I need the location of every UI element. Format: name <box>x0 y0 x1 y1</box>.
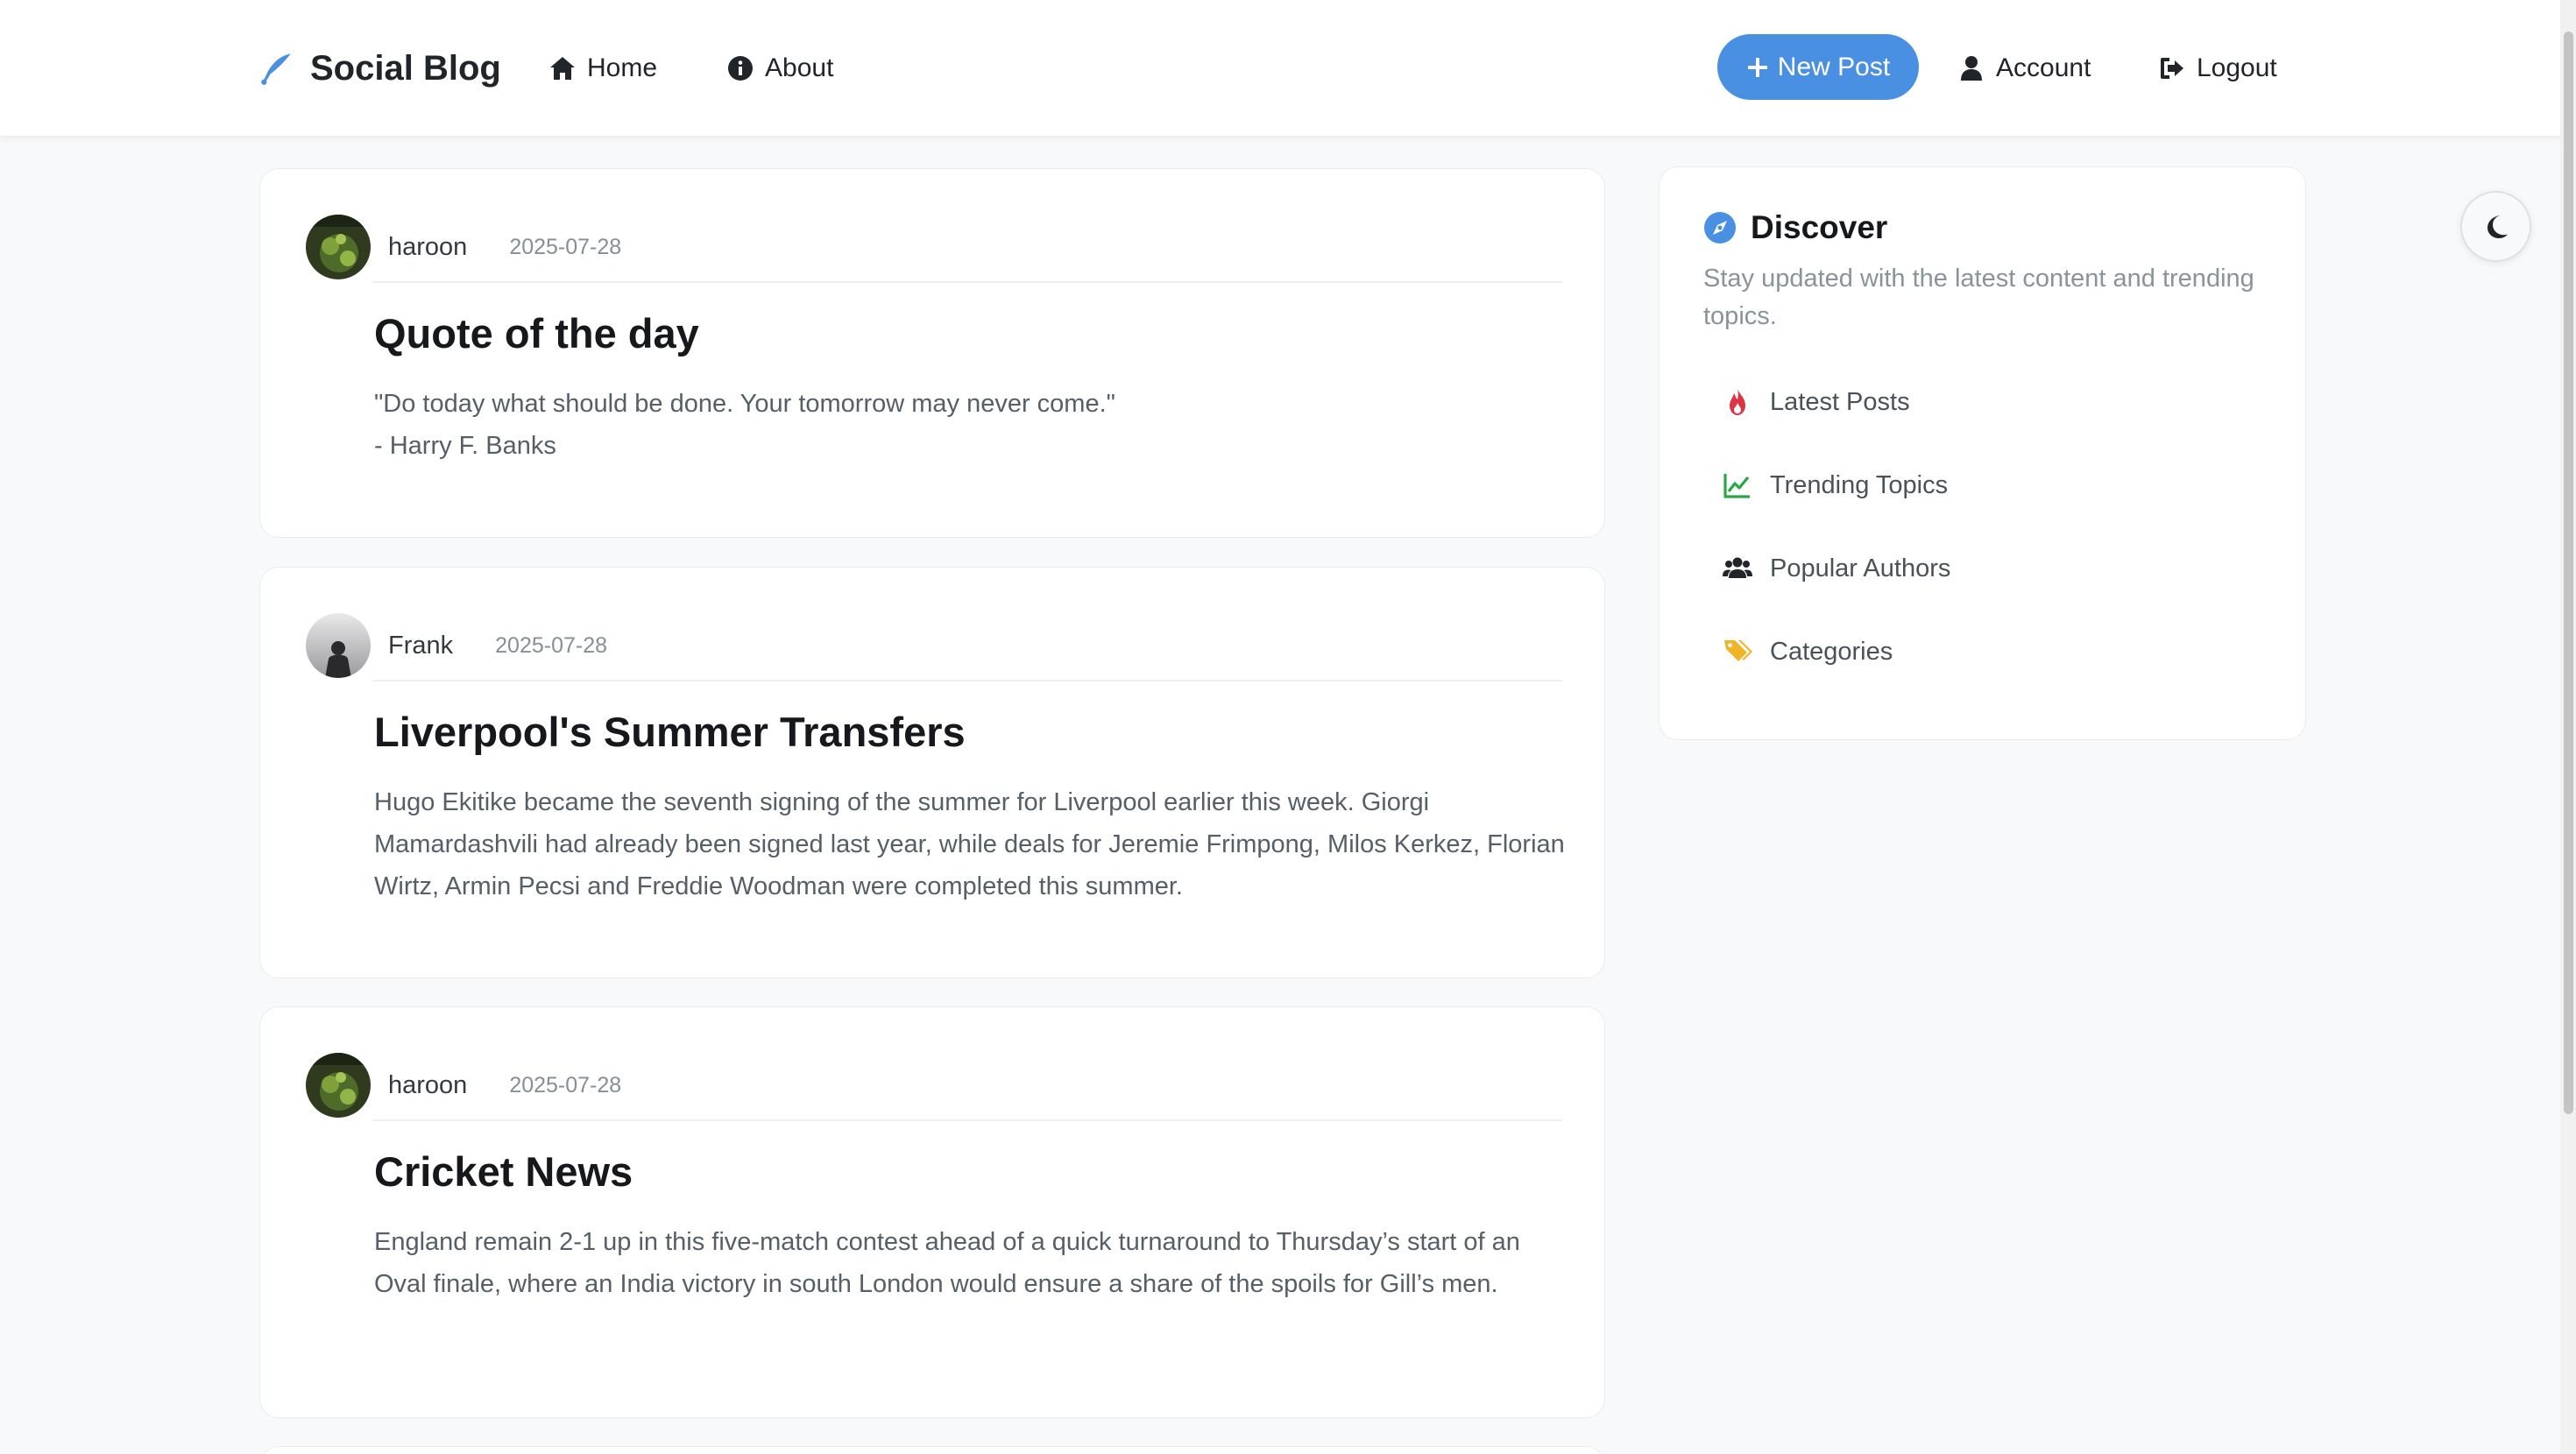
discover-header: Discover <box>1703 209 1887 246</box>
post-body: Hugo Ekitike became the seventh signing … <box>374 788 1565 900</box>
compass-icon <box>1703 211 1737 244</box>
post-date: 2025-07-28 <box>509 1072 622 1098</box>
nav-home-label: Home <box>587 53 658 82</box>
nav-account-label: Account <box>1996 53 2091 82</box>
brand-title: Social Blog <box>310 48 501 88</box>
nav-home-link[interactable]: Home <box>548 46 657 91</box>
top-navbar: Social Blog Home About New Post Account <box>0 0 2576 137</box>
post-card: haroon 2025-07-28 Quote of the day "Do t… <box>259 168 1605 538</box>
avatar[interactable] <box>306 613 371 678</box>
post-divider <box>372 281 1562 283</box>
post-title[interactable]: Liverpool's Summer Transfers <box>374 708 966 756</box>
post-card <box>259 1446 1605 1454</box>
nav-logout-link[interactable]: Logout <box>2158 46 2277 91</box>
post-meta: Frank 2025-07-28 <box>306 613 607 678</box>
sidebar-item-trending-topics[interactable]: Trending Topics <box>1723 463 1948 507</box>
discover-sidebar: Discover Stay updated with the latest co… <box>1659 166 2306 740</box>
post-body: "Do today what should be done. Your tomo… <box>374 390 1115 460</box>
post-date: 2025-07-28 <box>509 234 622 259</box>
sidebar-item-label: Trending Topics <box>1770 470 1949 499</box>
post-card: haroon 2025-07-28 Cricket News England r… <box>259 1006 1605 1418</box>
post-title[interactable]: Cricket News <box>374 1147 633 1196</box>
sidebar-item-label: Popular Authors <box>1770 554 1951 582</box>
nav-about-link[interactable]: About <box>726 46 833 91</box>
theme-toggle-button[interactable] <box>2460 191 2531 262</box>
sidebar-item-latest-posts[interactable]: Latest Posts <box>1723 380 1910 424</box>
avatar[interactable] <box>306 1053 371 1118</box>
avatar[interactable] <box>306 215 371 279</box>
page-scrollbar-thumb[interactable] <box>2564 32 2573 1114</box>
post-author[interactable]: Frank <box>388 632 453 660</box>
post-body: England remain 2-1 up in this five-match… <box>374 1228 1520 1298</box>
users-icon <box>1723 554 1752 583</box>
post-date: 2025-07-28 <box>495 632 608 658</box>
post-meta: haroon 2025-07-28 <box>306 1053 621 1118</box>
post-title[interactable]: Quote of the day <box>374 309 699 357</box>
discover-title: Discover <box>1751 209 1888 245</box>
post-divider <box>372 680 1562 681</box>
brand-link[interactable]: Social Blog <box>258 44 501 93</box>
post-meta: haroon 2025-07-28 <box>306 215 621 279</box>
post-card: Frank 2025-07-28 Liverpool's Summer Tran… <box>259 567 1605 978</box>
user-icon <box>1957 54 1985 82</box>
sidebar-item-popular-authors[interactable]: Popular Authors <box>1723 547 1950 590</box>
sidebar-item-label: Categories <box>1770 637 1893 666</box>
nav-about-label: About <box>765 53 834 82</box>
fire-icon <box>1723 387 1752 417</box>
nav-logout-label: Logout <box>2197 53 2277 82</box>
post-author[interactable]: haroon <box>388 233 467 262</box>
feather-pen-icon <box>258 50 294 87</box>
home-icon <box>548 54 577 82</box>
new-post-button[interactable]: New Post <box>1717 34 1919 100</box>
sidebar-item-label: Latest Posts <box>1770 387 1910 416</box>
tags-icon <box>1723 637 1752 667</box>
plus-icon <box>1746 56 1769 79</box>
new-post-label: New Post <box>1777 52 1891 81</box>
post-author[interactable]: haroon <box>388 1071 467 1100</box>
chart-line-icon <box>1723 470 1752 500</box>
info-circle-icon <box>726 54 754 82</box>
moon-icon <box>2483 214 2509 240</box>
sign-out-icon <box>2158 54 2186 82</box>
discover-description: Stay updated with the latest content and… <box>1703 265 2254 330</box>
sidebar-item-categories[interactable]: Categories <box>1723 630 1893 674</box>
nav-account-link[interactable]: Account <box>1957 46 2091 91</box>
post-divider <box>372 1119 1562 1121</box>
